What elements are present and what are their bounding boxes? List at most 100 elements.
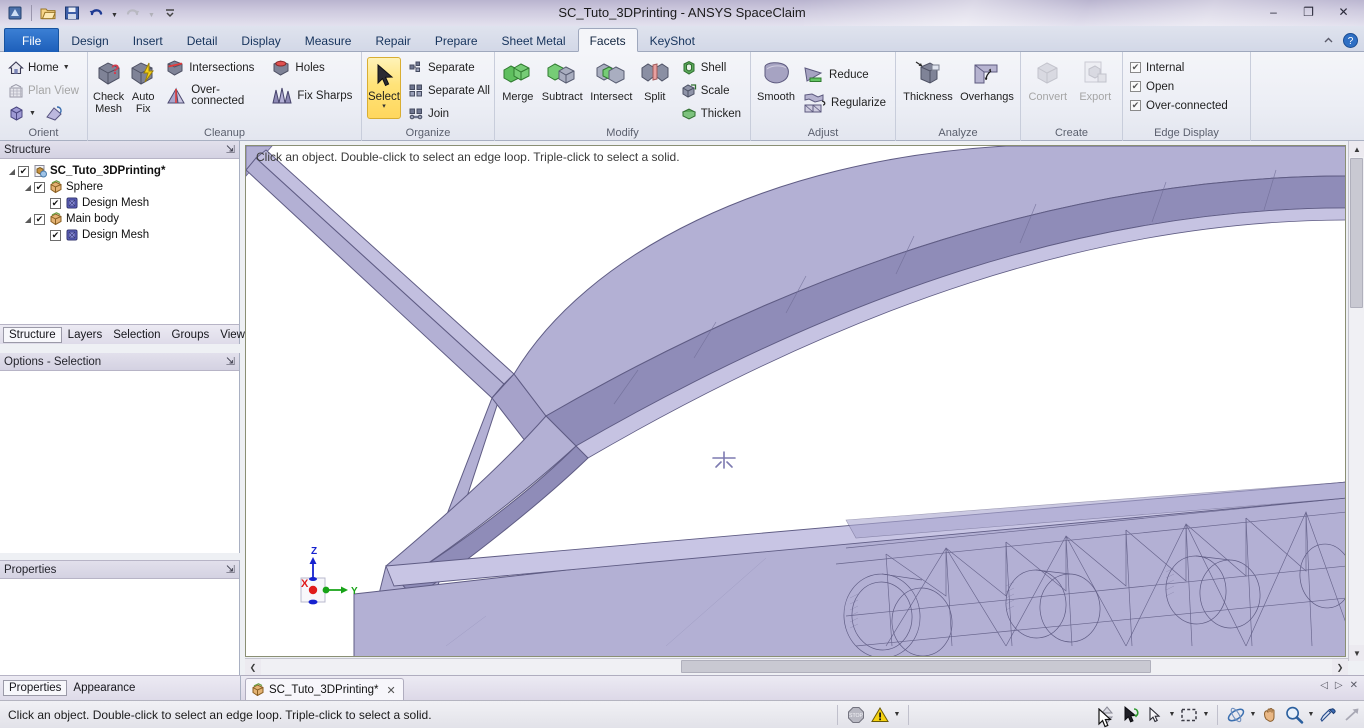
spin-view-icon[interactable] <box>44 104 64 123</box>
cursor-arrow-icon[interactable] <box>1143 703 1167 727</box>
split-button[interactable]: Split <box>636 56 674 106</box>
reduce-button[interactable]: Reduce <box>800 62 892 88</box>
overhangs-button[interactable]: Overhangs <box>957 56 1017 106</box>
tab-keyshot[interactable]: KeyShot <box>638 28 707 52</box>
tab-sheet-metal[interactable]: Sheet Metal <box>490 28 578 52</box>
warning-dropdown-icon[interactable]: ▼ <box>892 711 902 718</box>
stop-recording-icon[interactable]: STOP <box>844 703 868 727</box>
view-orient-dropdown-icon[interactable]: ▼ <box>29 110 36 117</box>
viewport-vertical-scrollbar[interactable]: ▲ ▼ <box>1348 141 1364 661</box>
select-dropdown-icon[interactable]: ▾ <box>382 103 386 110</box>
expander-icon[interactable]: ◢ <box>22 215 34 224</box>
box-select-dropdown-icon[interactable]: ▼ <box>1201 711 1211 718</box>
tab-groups[interactable]: Groups <box>167 328 215 342</box>
regularize-button[interactable]: Regularize <box>800 88 892 118</box>
export-button[interactable]: Export <box>1072 56 1120 106</box>
scroll-right-button[interactable]: ❯ <box>1332 659 1348 675</box>
document-tab[interactable]: SC_Tuto_3DPrinting* ✕ <box>245 678 404 701</box>
tree-item-design-mesh-2[interactable]: ✔ Design Mesh <box>2 227 237 243</box>
help-icon[interactable]: ? <box>1343 33 1358 48</box>
intersections-button[interactable]: Intersections <box>162 56 260 79</box>
holes-button[interactable]: Holes <box>268 56 358 79</box>
tab-close-icon[interactable]: ✕ <box>1350 680 1358 691</box>
tab-measure[interactable]: Measure <box>293 28 364 52</box>
tree-checkbox[interactable]: ✔ <box>34 181 45 193</box>
pan-hand-icon[interactable] <box>1258 703 1282 727</box>
view-orient-button[interactable]: ▼ <box>5 102 42 125</box>
plan-view-button[interactable]: Plan View <box>5 79 85 102</box>
orbit-dropdown-icon[interactable]: ▼ <box>1248 711 1258 718</box>
fit-arrow-icon[interactable] <box>1340 703 1364 727</box>
tree-checkbox[interactable]: ✔ <box>34 213 45 225</box>
pin-icon[interactable]: ⇲ <box>226 355 235 368</box>
auto-fix-button[interactable]: Auto Fix <box>126 56 160 118</box>
expander-icon[interactable]: ◢ <box>22 183 34 192</box>
minimize-button[interactable]: – <box>1257 2 1290 22</box>
tree-item-main-body[interactable]: ◢ ✔ Main body <box>2 211 237 227</box>
join-button[interactable]: Join <box>406 102 496 125</box>
eyedropper-icon[interactable] <box>1316 703 1340 727</box>
tab-display[interactable]: Display <box>229 28 292 52</box>
smooth-button[interactable]: Smooth <box>754 56 798 106</box>
convert-button[interactable]: Convert <box>1024 56 1072 106</box>
tree-item-sphere[interactable]: ◢ ✔ Sphere <box>2 179 237 195</box>
3d-viewport[interactable]: Z Y X Click an object. Double-click to s… <box>245 145 1346 657</box>
intersect-button[interactable]: Intersect <box>587 56 636 106</box>
tab-properties[interactable]: Properties <box>3 680 68 696</box>
app-menu-icon[interactable] <box>4 2 26 24</box>
fix-sharps-button[interactable]: Fix Sharps <box>268 79 358 113</box>
undo-icon[interactable] <box>85 2 107 24</box>
spin-updown-icon[interactable] <box>1095 703 1119 727</box>
tab-design[interactable]: Design <box>59 28 120 52</box>
tree-checkbox[interactable]: ✔ <box>18 165 29 177</box>
warning-icon[interactable] <box>868 703 892 727</box>
select-pointer-icon[interactable] <box>1119 703 1143 727</box>
zoom-icon[interactable] <box>1282 703 1306 727</box>
close-icon[interactable]: ✕ <box>387 684 396 697</box>
redo-icon[interactable] <box>122 2 144 24</box>
home-button[interactable]: Home ▼ <box>5 56 85 79</box>
edge-display-internal-checkbox[interactable]: ✔ Internal <box>1126 58 1188 77</box>
over-connected-button[interactable]: Over-connected <box>162 79 260 113</box>
shell-button[interactable]: Shell <box>678 56 747 79</box>
scroll-down-button[interactable]: ▼ <box>1349 645 1364 661</box>
tab-appearance[interactable]: Appearance <box>68 681 140 695</box>
tab-structure[interactable]: Structure <box>3 326 62 343</box>
scroll-left-button[interactable]: ❮ <box>245 659 261 675</box>
tab-facets[interactable]: Facets <box>577 28 638 52</box>
viewport-horizontal-scrollbar[interactable]: ❮ ❯ <box>245 658 1348 675</box>
restore-button[interactable]: ❐ <box>1292 2 1325 22</box>
tree-item-root[interactable]: ◢ ✔ SC_Tuto_3DPrinting* <box>2 163 237 179</box>
tree-checkbox[interactable]: ✔ <box>50 197 61 209</box>
edge-display-open-checkbox[interactable]: ✔ Open <box>1126 77 1178 96</box>
tab-selection[interactable]: Selection <box>108 328 165 342</box>
undo-dropdown-icon[interactable]: ▼ <box>109 2 120 24</box>
customize-qat-icon[interactable] <box>159 2 181 24</box>
expander-icon[interactable]: ◢ <box>6 167 18 176</box>
separate-all-button[interactable]: Separate All <box>406 79 496 102</box>
orbit-icon[interactable] <box>1224 703 1248 727</box>
select-button[interactable]: Select ▾ <box>367 57 401 119</box>
box-select-icon[interactable] <box>1177 703 1201 727</box>
tree-item-design-mesh-1[interactable]: ✔ Design Mesh <box>2 195 237 211</box>
open-icon[interactable] <box>37 2 59 24</box>
subtract-button[interactable]: Subtract <box>538 56 587 106</box>
tab-next-icon[interactable]: ▷ <box>1335 680 1343 691</box>
tab-insert[interactable]: Insert <box>121 28 175 52</box>
tab-file[interactable]: File <box>4 28 60 52</box>
pin-icon[interactable]: ⇲ <box>226 563 235 576</box>
thickness-button[interactable]: Thickness <box>899 56 957 106</box>
close-button[interactable]: ✕ <box>1327 2 1360 22</box>
scroll-v-thumb[interactable] <box>1350 158 1363 308</box>
save-icon[interactable] <box>61 2 83 24</box>
tab-detail[interactable]: Detail <box>175 28 230 52</box>
separate-button[interactable]: Separate <box>406 56 496 79</box>
scroll-h-thumb[interactable] <box>681 660 1151 673</box>
thicken-button[interactable]: Thicken <box>678 102 747 125</box>
zoom-dropdown-icon[interactable]: ▼ <box>1306 711 1316 718</box>
check-mesh-button[interactable]: ? Check Mesh <box>91 56 126 118</box>
tab-layers[interactable]: Layers <box>63 328 108 342</box>
edge-display-over-connected-checkbox[interactable]: ✔ Over-connected <box>1126 96 1232 115</box>
tab-repair[interactable]: Repair <box>363 28 422 52</box>
pin-icon[interactable]: ⇲ <box>226 143 235 156</box>
